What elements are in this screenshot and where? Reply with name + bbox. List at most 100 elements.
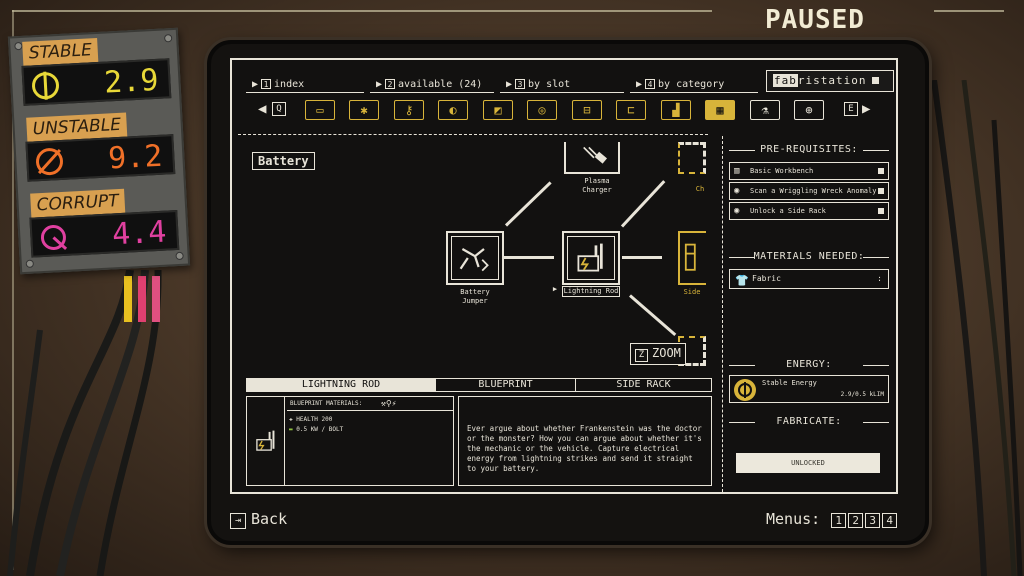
- tree-node-label: Plasma Charger: [582, 177, 612, 194]
- material-qty: :: [877, 274, 882, 283]
- category-key-icon[interactable]: ⚷: [394, 100, 424, 120]
- shirt-icon: 👕: [735, 274, 749, 287]
- menus-label: Menus:: [766, 510, 821, 528]
- stat-text: 0.5 KW / BOLT: [296, 426, 344, 433]
- power-stat: ▬ 0.5 KW / BOLT: [289, 425, 343, 434]
- next-category-arrow-icon[interactable]: ▶: [862, 101, 870, 117]
- tree-node-label-selected: Lightning Rod: [562, 286, 620, 297]
- tree-node-side[interactable]: [678, 231, 706, 285]
- menu-2-button[interactable]: 2: [848, 513, 864, 528]
- category-seat-icon[interactable]: ▟: [661, 100, 691, 120]
- screw: [175, 251, 184, 261]
- stable-energy-icon: [734, 379, 756, 401]
- category-car-icon[interactable]: ⊟: [572, 100, 602, 120]
- zoom-label: ZOOM: [652, 346, 681, 360]
- menu-4-button[interactable]: 4: [882, 513, 898, 528]
- energy-amount: 2.9/0.5 kLIM: [840, 391, 884, 398]
- energy-cost: Stable Energy 2.9/0.5 kLIM: [729, 375, 889, 403]
- unlocked-button[interactable]: UNLOCKED: [736, 453, 880, 473]
- material-name: Fabric: [752, 274, 781, 283]
- category-headlight-icon[interactable]: ◐: [438, 100, 468, 120]
- tab-available[interactable]: ▶ 2 available (24): [370, 79, 494, 93]
- battery-jumper-icon: [459, 248, 489, 272]
- node-frame: [451, 236, 499, 280]
- stable-meter-value: 2.9: [103, 62, 160, 101]
- tree-node-label: Battery Jumper: [460, 288, 490, 305]
- tab-key: 2: [385, 79, 396, 89]
- connector: [504, 256, 554, 259]
- energy-meter-panel: STABLE 2.9 UNSTABLE 9.2 CORRUPT 4.4: [7, 27, 191, 275]
- energy-heading: ENERGY:: [729, 359, 889, 370]
- prereq-row[interactable]: ◉ Unlock a Side Rack: [729, 202, 889, 220]
- back-button[interactable]: ⇥ Back: [230, 510, 287, 529]
- category-tool-bag-icon[interactable]: ⚗: [750, 100, 780, 120]
- workbench-icon: ▥: [734, 166, 740, 176]
- menu-3-button[interactable]: 3: [865, 513, 881, 528]
- category-door-icon[interactable]: ◩: [483, 100, 513, 120]
- details-panel: PRE-REQUISITES: ▥ Basic Workbench ◉ Scan…: [722, 136, 894, 492]
- zoom-button[interactable]: Z ZOOM: [630, 343, 686, 365]
- category-bar: ◀ Q ▭ ✱ ⚷ ◐ ◩ ◎ ⊟ ⊏ ▟ ▦ ⚗ ⊕ E ▶: [232, 98, 896, 126]
- prereq-text: Scan a Wriggling Wreck Anomaly: [750, 187, 877, 195]
- tab-by-category[interactable]: ▶ 4 by category: [630, 79, 758, 93]
- prereq-heading: PRE-REQUISITES:: [729, 144, 889, 155]
- menu-1-button[interactable]: 1: [831, 513, 847, 528]
- connector: [629, 294, 677, 336]
- tab-side-rack[interactable]: SIDE RACK: [575, 379, 711, 391]
- blueprint-box: BLUEPRINT MATERIALS: ⚒⚲⚡ ✚ HEALTH 200 ▬ …: [246, 396, 454, 486]
- zoom-key: Z: [635, 349, 648, 362]
- info-tabs: LIGHTNING ROD BLUEPRINT SIDE RACK: [246, 378, 712, 392]
- category-gear-icon[interactable]: ✱: [349, 100, 379, 120]
- next-category-key[interactable]: E: [844, 102, 858, 116]
- category-wheel-icon[interactable]: ◎: [527, 100, 557, 120]
- prereq-row[interactable]: ▥ Basic Workbench: [729, 162, 889, 180]
- tab-label: available (24): [398, 79, 483, 90]
- tree-node-plasma-charger[interactable]: [564, 142, 620, 174]
- category-engine-icon[interactable]: ▭: [305, 100, 335, 120]
- tab-key: 3: [515, 79, 526, 89]
- cables-left: [7, 270, 162, 576]
- divider: [238, 134, 708, 135]
- materials-heading: MATERIALS NEEDED:: [729, 251, 889, 262]
- brand-square: [872, 77, 880, 84]
- tree-title: Battery: [252, 152, 315, 170]
- category-car-side-icon[interactable]: ⊏: [616, 100, 646, 120]
- tree-node-lightning-rod[interactable]: [562, 231, 620, 285]
- unstable-meter: 9.2: [25, 134, 176, 182]
- unstable-meter-value: 9.2: [107, 138, 164, 177]
- tab-index[interactable]: ▶ 1 index: [246, 79, 364, 93]
- selection-arrow-icon: ▶: [552, 285, 558, 293]
- tree-node-battery-jumper[interactable]: [446, 231, 504, 285]
- wrench-icon: ⚒⚲⚡: [381, 399, 397, 408]
- menus-selector: Menus: 1234: [766, 510, 898, 528]
- tab-lightning-rod[interactable]: LIGHTNING ROD: [247, 379, 435, 391]
- eye-icon: ◉: [734, 186, 740, 196]
- lightning-rod-icon: [577, 243, 603, 272]
- plasma-charger-icon: [583, 146, 608, 164]
- frame-line: [12, 10, 712, 12]
- tab-key: 4: [645, 79, 656, 89]
- material-row[interactable]: 👕 Fabric :: [729, 269, 889, 289]
- back-label: Back: [251, 510, 288, 528]
- prereq-text: Unlock a Side Rack: [750, 207, 826, 215]
- unstable-energy-icon: [35, 148, 63, 176]
- tree-node-partial[interactable]: [678, 142, 706, 174]
- blueprint-header: BLUEPRINT MATERIALS: ⚒⚲⚡: [287, 398, 453, 411]
- tab-by-slot[interactable]: ▶ 3 by slot: [500, 79, 624, 93]
- prereq-text: Basic Workbench: [750, 167, 814, 175]
- category-battery-icon[interactable]: ▦: [705, 100, 735, 120]
- fabristation-logo: fabristation: [766, 70, 894, 92]
- category-paint-icon[interactable]: ⊕: [794, 100, 824, 120]
- prev-category-arrow-icon[interactable]: ◀: [258, 101, 266, 117]
- stable-energy-glyph: [738, 382, 752, 398]
- screw: [25, 259, 35, 268]
- checkbox-icon: [878, 208, 884, 214]
- health-icon: ✚: [289, 416, 293, 423]
- prereq-row[interactable]: ◉ Scan a Wriggling Wreck Anomaly: [729, 182, 889, 200]
- checkbox-icon: [878, 168, 884, 174]
- prev-category-key[interactable]: Q: [272, 102, 286, 116]
- tab-blueprint[interactable]: BLUEPRINT: [435, 379, 575, 391]
- back-key-icon: ⇥: [230, 513, 246, 529]
- tab-key: 1: [261, 79, 272, 89]
- eye-icon: ◉: [734, 206, 740, 216]
